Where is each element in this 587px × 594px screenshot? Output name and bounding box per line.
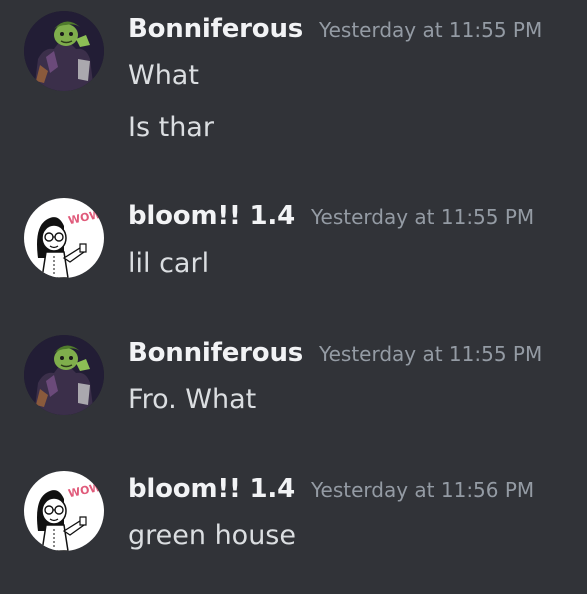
sketch-character-avatar-icon: WOW! [24, 471, 104, 551]
timestamp: Yesterday at 11:55 PM [319, 18, 543, 42]
message-header: bloom!! 1.4 Yesterday at 11:55 PM [128, 201, 534, 231]
avatar[interactable]: WOW! [24, 471, 104, 551]
message-header: Bonniferous Yesterday at 11:55 PM [128, 338, 542, 368]
avatar[interactable]: WOW! [24, 198, 104, 278]
message-text: What [128, 60, 199, 91]
message-text: Is thar [128, 112, 214, 143]
timestamp: Yesterday at 11:56 PM [310, 478, 535, 502]
green-zombie-avatar-icon [24, 335, 104, 415]
username[interactable]: bloom!! 1.4 [128, 201, 295, 231]
sketch-character-avatar-icon: WOW! [24, 198, 104, 278]
message-text: Fro. What [128, 384, 257, 415]
message-header: bloom!! 1.4 Yesterday at 11:56 PM [128, 474, 534, 504]
avatar[interactable] [24, 11, 104, 91]
avatar[interactable] [24, 335, 104, 415]
username[interactable]: bloom!! 1.4 [128, 474, 295, 504]
username[interactable]: Bonniferous [128, 338, 303, 368]
username[interactable]: Bonniferous [128, 14, 303, 44]
message-header: Bonniferous Yesterday at 11:55 PM [128, 14, 542, 44]
timestamp: Yesterday at 11:55 PM [319, 342, 543, 366]
green-zombie-avatar-icon [24, 11, 104, 91]
message-text: lil carl [128, 248, 210, 279]
message-text: green house [128, 520, 296, 551]
timestamp: Yesterday at 11:55 PM [310, 205, 535, 229]
